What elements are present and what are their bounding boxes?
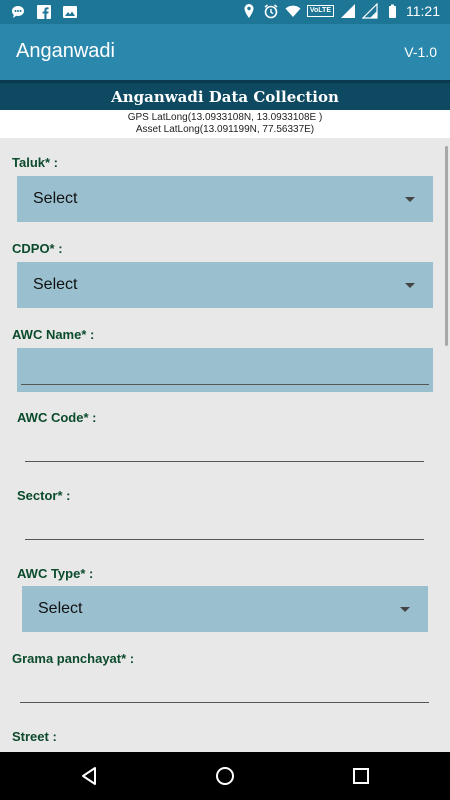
gps-latlong: GPS LatLong(13.0933108N, 13.0933108E ) — [127, 112, 323, 123]
sector-input[interactable] — [25, 512, 424, 540]
dropdown-arrow-icon — [405, 197, 415, 202]
input-underline — [20, 702, 429, 703]
app-bar: Anganwadi V-1.0 — [0, 24, 450, 80]
awc-type-dropdown[interactable]: Select — [22, 586, 428, 632]
clock: 11:21 — [406, 3, 440, 19]
awc-type-label: AWC Type* : — [17, 566, 94, 581]
cdpo-selected-value: Select — [33, 276, 78, 293]
dropdown-arrow-icon — [400, 607, 410, 612]
app-title: Anganwadi — [16, 40, 115, 62]
taluk-label: Taluk* : — [12, 155, 58, 170]
back-icon[interactable] — [77, 764, 101, 788]
input-underline — [25, 461, 424, 462]
system-icons: VoLTE 11:21 — [241, 3, 440, 19]
home-icon[interactable] — [213, 764, 237, 788]
street-label: Street : — [12, 729, 57, 744]
dropdown-arrow-icon — [405, 283, 415, 288]
status-bar: VoLTE 11:21 — [0, 0, 450, 24]
awc-type-selected-value: Select — [38, 600, 83, 617]
signal-icon — [362, 3, 378, 19]
data-collection-form[interactable]: Taluk* : Select CDPO* : Select AWC Name*… — [0, 138, 450, 752]
awc-code-label: AWC Code* : — [17, 410, 97, 425]
recents-icon[interactable] — [349, 764, 373, 788]
location-icon — [244, 4, 254, 18]
wifi-icon — [285, 5, 301, 17]
awc-name-label: AWC Name* : — [12, 327, 95, 342]
grama-panchayat-label: Grama panchayat* : — [12, 651, 135, 666]
navigation-bar — [0, 752, 450, 800]
input-underline — [21, 384, 429, 385]
facebook-icon — [37, 5, 51, 20]
awc-name-input[interactable] — [17, 348, 433, 392]
sector-label: Sector* : — [17, 488, 71, 503]
location-info: GPS LatLong(13.0933108N, 13.0933108E ) A… — [0, 110, 450, 138]
chat-bubble-icon — [12, 6, 24, 18]
notification-icons — [10, 4, 78, 20]
grama-panchayat-input[interactable] — [20, 675, 429, 703]
signal-icon — [341, 4, 355, 18]
volte-badge: VoLTE — [306, 5, 334, 17]
page-title: Anganwadi Data Collection — [0, 80, 450, 110]
cdpo-label: CDPO* : — [12, 241, 63, 256]
cdpo-dropdown[interactable]: Select — [17, 262, 433, 308]
input-underline — [25, 539, 424, 540]
alarm-icon — [264, 4, 278, 19]
taluk-selected-value: Select — [33, 190, 78, 207]
asset-latlong: Asset LatLong(13.091199N, 77.56337E) — [135, 124, 315, 135]
taluk-dropdown[interactable]: Select — [17, 176, 433, 222]
awc-code-input[interactable] — [25, 434, 424, 462]
battery-icon — [389, 4, 396, 18]
app-version: V-1.0 — [404, 44, 437, 60]
image-icon — [63, 6, 77, 18]
scrollbar[interactable] — [445, 146, 448, 346]
